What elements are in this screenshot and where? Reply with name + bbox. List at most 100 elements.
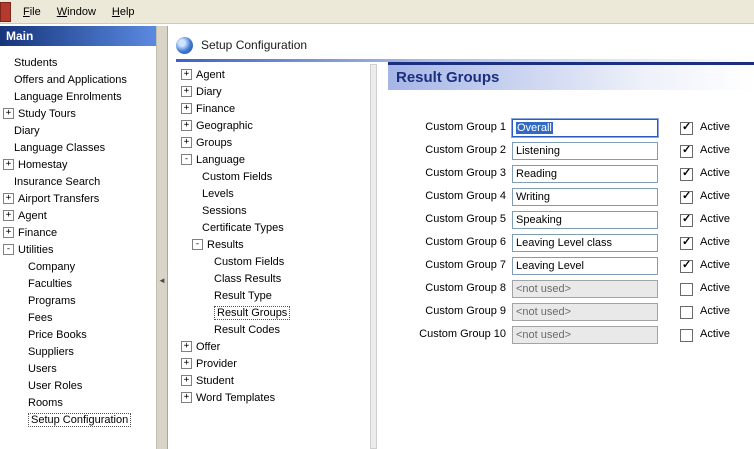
- expand-icon[interactable]: +: [181, 103, 192, 114]
- active-checkbox-1[interactable]: ✓: [680, 122, 693, 135]
- expand-icon[interactable]: +: [181, 137, 192, 148]
- tree-item-offer[interactable]: +Offer: [178, 338, 368, 355]
- collapse-icon[interactable]: -: [192, 239, 203, 250]
- sidebar-item-price-books[interactable]: Price Books: [0, 326, 156, 343]
- custom-group-3-label: Custom Group 3: [388, 167, 506, 179]
- tree-item-sessions[interactable]: Sessions: [178, 202, 368, 219]
- active-checkbox-4[interactable]: ✓: [680, 191, 693, 204]
- tree-item-result-codes[interactable]: Result Codes: [178, 321, 368, 338]
- sidebar-item-finance[interactable]: +Finance: [0, 224, 156, 241]
- sidebar-item-insurance-search[interactable]: Insurance Search: [0, 173, 156, 190]
- active-checkbox-7[interactable]: ✓: [680, 260, 693, 273]
- custom-group-2-input[interactable]: [512, 142, 658, 160]
- menu-file[interactable]: File: [15, 2, 49, 22]
- sidebar-item-language-enrolments[interactable]: Language Enrolments: [0, 88, 156, 105]
- sidebar-item-user-roles[interactable]: User Roles: [0, 377, 156, 394]
- sidebar: Main Students Offers and Applications La…: [0, 26, 156, 449]
- tree-item-provider[interactable]: +Provider: [178, 355, 368, 372]
- expand-icon[interactable]: +: [181, 358, 192, 369]
- sidebar-item-homestay[interactable]: +Homestay: [0, 156, 156, 173]
- expand-icon[interactable]: +: [181, 375, 192, 386]
- tree-item-class-results[interactable]: Class Results: [178, 270, 368, 287]
- expand-icon[interactable]: +: [3, 227, 14, 238]
- sidebar-item-airport-transfers[interactable]: +Airport Transfers: [0, 190, 156, 207]
- collapse-icon[interactable]: -: [3, 244, 14, 255]
- custom-group-1-input[interactable]: Overall: [512, 119, 658, 137]
- sidebar-item-programs[interactable]: Programs: [0, 292, 156, 309]
- tree-item-finance[interactable]: +Finance: [178, 100, 368, 117]
- config-tree: +Agent +Diary +Finance +Geographic +Grou…: [178, 66, 368, 406]
- active-label: Active: [700, 121, 730, 133]
- custom-group-3-input[interactable]: [512, 165, 658, 183]
- custom-group-9-input: [512, 303, 658, 321]
- menu-help[interactable]: Help: [104, 2, 143, 22]
- expand-icon[interactable]: +: [181, 69, 192, 80]
- tree-item-results[interactable]: -Results: [178, 236, 368, 253]
- active-checkbox-10[interactable]: [680, 329, 693, 342]
- sidebar-item-faculties[interactable]: Faculties: [0, 275, 156, 292]
- sidebar-item-rooms[interactable]: Rooms: [0, 394, 156, 411]
- form-row-9: Custom Group 9 Active: [388, 303, 754, 321]
- custom-group-4-input[interactable]: [512, 188, 658, 206]
- menu-window[interactable]: Window: [49, 2, 104, 22]
- custom-group-8-input: [512, 280, 658, 298]
- sidebar-item-students[interactable]: Students: [0, 54, 156, 71]
- active-checkbox-6[interactable]: ✓: [680, 237, 693, 250]
- expand-icon[interactable]: +: [181, 341, 192, 352]
- custom-group-7-input[interactable]: [512, 257, 658, 275]
- active-checkbox-8[interactable]: [680, 283, 693, 296]
- custom-group-10-input: [512, 326, 658, 344]
- form-row-3: Custom Group 3 ✓ Active: [388, 165, 754, 183]
- sidebar-item-setup-configuration[interactable]: Setup Configuration: [0, 411, 156, 428]
- active-checkbox-9[interactable]: [680, 306, 693, 319]
- tree-item-levels[interactable]: Levels: [178, 185, 368, 202]
- sidebar-item-diary[interactable]: Diary: [0, 122, 156, 139]
- tree-item-results-custom-fields[interactable]: Custom Fields: [178, 253, 368, 270]
- sidebar-item-agent[interactable]: +Agent: [0, 207, 156, 224]
- collapse-icon[interactable]: -: [181, 154, 192, 165]
- active-label: Active: [700, 213, 730, 225]
- check-icon: ✓: [682, 212, 691, 225]
- tree-item-result-type[interactable]: Result Type: [178, 287, 368, 304]
- sidebar-splitter[interactable]: ◄: [156, 26, 168, 449]
- expand-icon[interactable]: +: [3, 108, 14, 119]
- expand-icon[interactable]: +: [3, 210, 14, 221]
- tree-item-diary[interactable]: +Diary: [178, 83, 368, 100]
- active-checkbox-5[interactable]: ✓: [680, 214, 693, 227]
- active-checkbox-2[interactable]: ✓: [680, 145, 693, 158]
- sidebar-title: Main: [0, 26, 156, 46]
- sidebar-item-suppliers[interactable]: Suppliers: [0, 343, 156, 360]
- content-area: Setup Configuration +Agent +Diary +Finan…: [168, 26, 754, 449]
- sidebar-item-language-classes[interactable]: Language Classes: [0, 139, 156, 156]
- panel-header: Result Groups: [388, 62, 754, 90]
- tree-item-custom-fields[interactable]: Custom Fields: [178, 168, 368, 185]
- tree-scrollbar[interactable]: [370, 64, 377, 449]
- sidebar-item-company[interactable]: Company: [0, 258, 156, 275]
- tree-item-result-groups[interactable]: Result Groups: [178, 304, 368, 321]
- tree-item-agent[interactable]: +Agent: [178, 66, 368, 83]
- custom-group-10-label: Custom Group 10: [388, 328, 506, 340]
- sidebar-item-fees[interactable]: Fees: [0, 309, 156, 326]
- custom-group-6-input[interactable]: [512, 234, 658, 252]
- active-label: Active: [700, 328, 730, 340]
- tree-item-word-templates[interactable]: +Word Templates: [178, 389, 368, 406]
- tree-item-geographic[interactable]: +Geographic: [178, 117, 368, 134]
- sidebar-item-study-tours[interactable]: +Study Tours: [0, 105, 156, 122]
- tree-item-groups[interactable]: +Groups: [178, 134, 368, 151]
- tree-item-student[interactable]: +Student: [178, 372, 368, 389]
- expand-icon[interactable]: +: [3, 159, 14, 170]
- expand-icon[interactable]: +: [181, 392, 192, 403]
- expand-icon[interactable]: +: [3, 193, 14, 204]
- menu-bar: File Window Help: [0, 0, 754, 24]
- active-checkbox-3[interactable]: ✓: [680, 168, 693, 181]
- expand-icon[interactable]: +: [181, 120, 192, 131]
- custom-group-5-input[interactable]: [512, 211, 658, 229]
- active-label: Active: [700, 144, 730, 156]
- sidebar-item-users[interactable]: Users: [0, 360, 156, 377]
- collapse-arrow-icon[interactable]: ◄: [158, 276, 166, 285]
- tree-item-certificate-types[interactable]: Certificate Types: [178, 219, 368, 236]
- sidebar-item-utilities[interactable]: -Utilities: [0, 241, 156, 258]
- sidebar-item-offers-and-applications[interactable]: Offers and Applications: [0, 71, 156, 88]
- expand-icon[interactable]: +: [181, 86, 192, 97]
- tree-item-language[interactable]: -Language: [178, 151, 368, 168]
